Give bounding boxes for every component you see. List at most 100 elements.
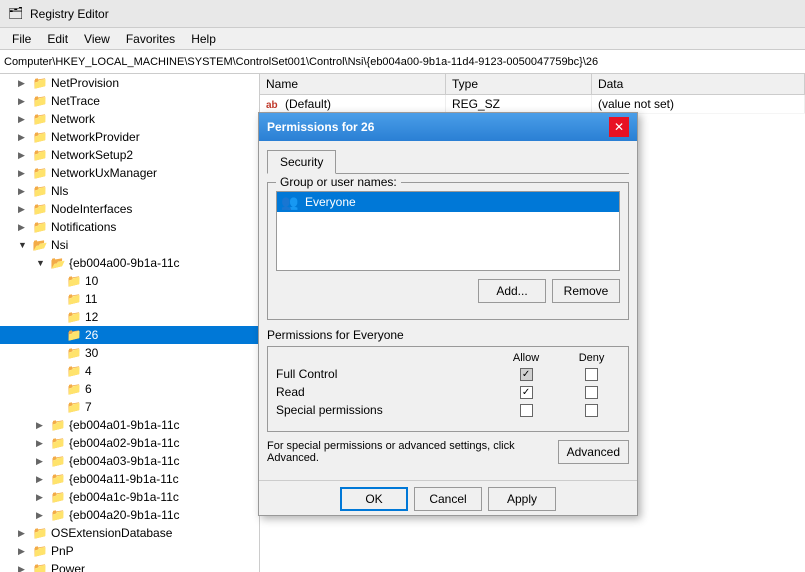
app-title: Registry Editor <box>30 7 109 21</box>
cancel-button[interactable]: Cancel <box>414 487 482 511</box>
table-row[interactable]: ab (Default) REG_SZ (value not set) <box>260 94 805 113</box>
tree-item-eb004a01[interactable]: ▶ 📁 {eb004a01-9b1a-11c <box>0 416 259 434</box>
tree-label: NetworkSetup2 <box>51 148 133 162</box>
folder-icon: 📁 <box>32 526 48 540</box>
tab-security[interactable]: Security <box>267 150 336 174</box>
tree-arrow: ▶ <box>36 420 50 431</box>
tree-arrow: ▶ <box>36 456 50 467</box>
add-button[interactable]: Add... <box>478 279 546 303</box>
perms-col-deny: Deny <box>559 351 624 365</box>
perm-allow[interactable] <box>493 383 559 401</box>
folder-icon: 📁 <box>50 436 66 450</box>
folder-icon: 📁 <box>66 310 82 324</box>
tree-arrow: ▼ <box>36 258 50 268</box>
tree-item-11[interactable]: ▶ 📁 11 <box>0 290 259 308</box>
folder-icon: 📁 <box>66 292 82 306</box>
tree-label: 4 <box>85 364 92 378</box>
tree-item-eb004a02[interactable]: ▶ 📁 {eb004a02-9b1a-11c <box>0 434 259 452</box>
menu-view[interactable]: View <box>76 30 118 48</box>
tree-item-eb004a00[interactable]: ▼ 📂 {eb004a00-9b1a-11c <box>0 254 259 272</box>
reg-name: ab (Default) <box>260 94 445 113</box>
folder-icon: 📁 <box>66 382 82 396</box>
tree-label: OSExtensionDatabase <box>51 526 172 540</box>
user-list[interactable]: 👥 Everyone <box>276 191 620 271</box>
tree-label: NodeInterfaces <box>51 202 132 216</box>
tree-item-nettrace[interactable]: ▶ 📁 NetTrace <box>0 92 259 110</box>
dialog-title-bar: Permissions for 26 ✕ <box>259 113 637 141</box>
tree-item-network[interactable]: ▶ 📁 Network <box>0 110 259 128</box>
user-icon: 👥 <box>281 194 301 210</box>
dialog-content: Security Group or user names: 👥 Everyone… <box>259 141 637 480</box>
tree-item-eb004a1c[interactable]: ▶ 📁 {eb004a1c-9b1a-11c <box>0 488 259 506</box>
user-list-item-everyone[interactable]: 👥 Everyone <box>277 192 619 212</box>
special-allow-checkbox[interactable] <box>520 404 533 417</box>
folder-icon: 📁 <box>66 364 82 378</box>
tree-arrow: ▶ <box>36 510 50 521</box>
folder-icon: 📁 <box>32 94 48 108</box>
tree-arrow: ▶ <box>18 204 32 215</box>
user-name: Everyone <box>305 195 356 209</box>
tree-item-networkuxmanager[interactable]: ▶ 📁 NetworkUxManager <box>0 164 259 182</box>
advanced-button[interactable]: Advanced <box>558 440 629 464</box>
folder-icon: 📁 <box>32 166 48 180</box>
tree-item-nsi[interactable]: ▼ 📂 Nsi <box>0 236 259 254</box>
tree-label: {eb004a00-9b1a-11c <box>69 256 180 270</box>
menu-file[interactable]: File <box>4 30 39 48</box>
menu-help[interactable]: Help <box>183 30 224 48</box>
tree-label: NetProvision <box>51 76 119 90</box>
tree-arrow: ▶ <box>18 132 32 143</box>
folder-icon: 📁 <box>32 544 48 558</box>
fullcontrol-deny-checkbox[interactable] <box>585 368 598 381</box>
tree-item-networkprovider[interactable]: ▶ 📁 NetworkProvider <box>0 128 259 146</box>
tree-scroll[interactable]: ▶ 📁 NetProvision ▶ 📁 NetTrace ▶ 📁 Networ… <box>0 74 259 572</box>
special-deny-checkbox[interactable] <box>585 404 598 417</box>
folder-icon: 📁 <box>50 454 66 468</box>
fullcontrol-allow-checkbox[interactable] <box>520 368 533 381</box>
dialog-close-button[interactable]: ✕ <box>609 117 629 137</box>
tree-item-notifications[interactable]: ▶ 📁 Notifications <box>0 218 259 236</box>
advanced-row: For special permissions or advanced sett… <box>267 440 629 464</box>
remove-button[interactable]: Remove <box>552 279 620 303</box>
perm-deny[interactable] <box>559 383 624 401</box>
tree-item-4[interactable]: ▶ 📁 4 <box>0 362 259 380</box>
perm-deny[interactable] <box>559 401 624 419</box>
tree-item-26[interactable]: ▶ 📁 26 <box>0 326 259 344</box>
tree-item-nls[interactable]: ▶ 📁 Nls <box>0 182 259 200</box>
address-bar: Computer\HKEY_LOCAL_MACHINE\SYSTEM\Contr… <box>0 50 805 74</box>
tree-item-10[interactable]: ▶ 📁 10 <box>0 272 259 290</box>
perm-row-fullcontrol: Full Control <box>272 365 624 383</box>
tree-label: {eb004a20-9b1a-11c <box>69 508 180 522</box>
tree-item-eb004a03[interactable]: ▶ 📁 {eb004a03-9b1a-11c <box>0 452 259 470</box>
folder-icon: 📁 <box>66 328 82 342</box>
tree-arrow: ▶ <box>18 546 32 557</box>
perm-allow[interactable] <box>493 401 559 419</box>
tree-item-netprovision[interactable]: ▶ 📁 NetProvision <box>0 74 259 92</box>
folder-icon: 📂 <box>50 256 66 270</box>
read-allow-checkbox[interactable] <box>520 386 533 399</box>
tree-item-7[interactable]: ▶ 📁 7 <box>0 398 259 416</box>
tree-label: Network <box>51 112 95 126</box>
tree-item-osextension[interactable]: ▶ 📁 OSExtensionDatabase <box>0 524 259 542</box>
tree-label: 10 <box>85 274 98 288</box>
menu-edit[interactable]: Edit <box>39 30 76 48</box>
tree-item-30[interactable]: ▶ 📁 30 <box>0 344 259 362</box>
tree-item-networksetup2[interactable]: ▶ 📁 NetworkSetup2 <box>0 146 259 164</box>
tree-item-power[interactable]: ▶ 📁 Power <box>0 560 259 572</box>
tree-item-6[interactable]: ▶ 📁 6 <box>0 380 259 398</box>
apply-button[interactable]: Apply <box>488 487 556 511</box>
menu-favorites[interactable]: Favorites <box>118 30 183 48</box>
tree-item-12[interactable]: ▶ 📁 12 <box>0 308 259 326</box>
perm-deny[interactable] <box>559 365 624 383</box>
perm-allow[interactable] <box>493 365 559 383</box>
ok-button[interactable]: OK <box>340 487 408 511</box>
tree-item-pnp[interactable]: ▶ 📁 PnP <box>0 542 259 560</box>
user-btn-row: Add... Remove <box>276 279 620 303</box>
permissions-box: Allow Deny Full Control <box>267 346 629 432</box>
tree-item-eb004a11[interactable]: ▶ 📁 {eb004a11-9b1a-11c <box>0 470 259 488</box>
tree-label: 11 <box>85 292 97 306</box>
read-deny-checkbox[interactable] <box>585 386 598 399</box>
tree-item-eb004a20[interactable]: ▶ 📁 {eb004a20-9b1a-11c <box>0 506 259 524</box>
tree-arrow: ▶ <box>18 528 32 539</box>
tree-item-nodeinterfaces[interactable]: ▶ 📁 NodeInterfaces <box>0 200 259 218</box>
title-bar: 🗂 Registry Editor <box>0 0 805 28</box>
